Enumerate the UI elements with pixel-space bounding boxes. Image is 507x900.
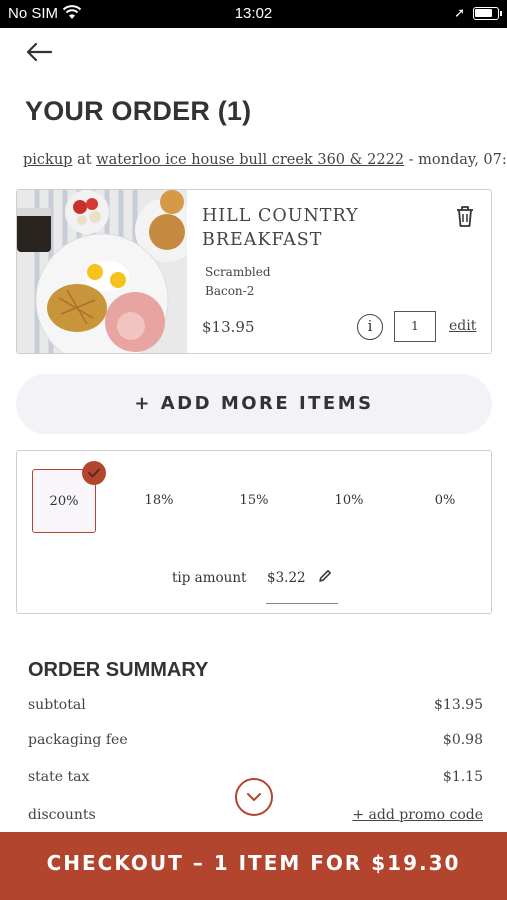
add-promo-code-link[interactable]: + add promo code [352, 807, 483, 823]
summary-label: packaging fee [28, 732, 128, 748]
pickup-info: pickup at waterloo ice house bull creek … [23, 152, 507, 168]
clock: 13:02 [234, 5, 273, 22]
order-summary-title: ORDER SUMMARY [28, 659, 209, 681]
item-info-button[interactable]: i [357, 314, 383, 340]
edit-tip-button[interactable] [317, 568, 333, 584]
item-name: HILL COUNTRY BREAKFAST [202, 206, 359, 250]
scroll-down-button[interactable] [235, 778, 273, 816]
pickup-time-text: - monday, 07:15 [408, 152, 507, 168]
pickup-at-text: at [77, 152, 92, 168]
tip-option-10[interactable]: 10% [317, 469, 381, 533]
item-modifier: Scrambled [205, 265, 271, 279]
summary-label: discounts [28, 807, 96, 823]
summary-value: $1.15 [442, 769, 483, 785]
delete-item-button[interactable] [454, 204, 476, 228]
quantity-input[interactable]: 1 [394, 311, 436, 342]
tip-option-0[interactable]: 0% [413, 469, 477, 533]
back-button[interactable] [24, 38, 54, 66]
tip-amount-value[interactable]: $3.22 [267, 570, 306, 586]
item-modifier: Bacon-2 [205, 284, 255, 295]
pickup-location-link[interactable]: waterloo ice house bull creek 360 & 2222 [96, 152, 404, 168]
tip-selector: 20% 18% 15% 10% 0% tip amount $3.22 [16, 450, 492, 614]
page-title: YOUR ORDER (1) [25, 96, 252, 126]
item-photo [17, 190, 199, 353]
tip-amount-label: tip amount [172, 570, 247, 586]
status-bar: No SIM 13:02 ➚ [0, 0, 507, 28]
chevron-down-icon [247, 793, 261, 801]
summary-label: state tax [28, 769, 90, 785]
pickup-mode-link[interactable]: pickup [23, 152, 72, 168]
summary-value: $13.95 [434, 697, 483, 713]
summary-value: $0.98 [442, 732, 483, 748]
summary-label: subtotal [28, 697, 86, 713]
info-icon: i [367, 317, 373, 335]
checkout-button[interactable]: CHECKOUT – 1 ITEM FOR $19.30 [0, 832, 507, 900]
location-arrow-icon: ➚ [454, 5, 465, 20]
tip-amount-underline [266, 603, 338, 604]
selected-check-icon [82, 461, 106, 485]
item-price: $13.95 [202, 318, 255, 336]
tip-option-18[interactable]: 18% [127, 469, 191, 533]
tip-option-15[interactable]: 15% [222, 469, 286, 533]
trash-icon [457, 206, 473, 227]
add-more-items-button[interactable]: + ADD MORE ITEMS [16, 374, 492, 434]
edit-item-link[interactable]: edit [449, 318, 476, 334]
cart-item-card: HILL COUNTRY BREAKFAST Scrambled Bacon-2… [16, 189, 492, 354]
arrow-left-icon [26, 42, 53, 62]
pencil-icon [319, 570, 331, 582]
battery-icon [473, 7, 502, 20]
